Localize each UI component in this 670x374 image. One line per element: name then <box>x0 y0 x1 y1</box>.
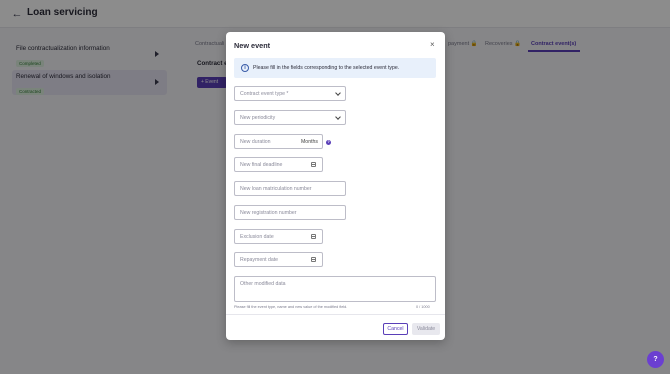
input-placeholder: Exclusion date <box>240 234 274 240</box>
chevron-down-icon <box>335 90 341 96</box>
cancel-button[interactable]: Cancel <box>383 323 408 335</box>
select-placeholder: New periodicity <box>240 115 276 121</box>
chevron-down-icon <box>335 114 341 120</box>
duration-unit: Months <box>300 139 318 145</box>
new-final-deadline-input[interactable]: New final deadline <box>234 157 323 172</box>
repayment-date-input[interactable]: Repayment date <box>234 252 323 267</box>
input-placeholder: Repayment date <box>240 257 279 263</box>
input-placeholder: New final deadline <box>240 162 283 168</box>
select-placeholder: Contract event type * <box>240 91 289 97</box>
new-matriculation-input[interactable]: New loan matriculation number <box>234 181 346 196</box>
calendar-icon[interactable] <box>311 162 316 167</box>
validate-button[interactable]: Validate <box>412 323 440 335</box>
contract-event-type-select[interactable]: Contract event type * <box>234 86 346 101</box>
info-icon: i <box>241 64 249 72</box>
input-placeholder: New loan matriculation number <box>240 186 312 192</box>
footer-divider <box>226 314 445 315</box>
new-registration-input[interactable]: New registration number <box>234 205 346 220</box>
calendar-icon[interactable] <box>311 234 316 239</box>
new-event-dialog: New event × i Please fill in the fields … <box>226 32 445 340</box>
info-text: Please fill in the fields corresponding … <box>253 65 400 71</box>
close-icon[interactable]: × <box>430 41 435 49</box>
character-counter: 0 / 1000 <box>416 305 430 309</box>
calendar-icon[interactable] <box>311 257 316 262</box>
help-icon[interactable]: ? <box>326 140 331 145</box>
other-modified-data-textarea[interactable]: Other modified data <box>234 276 436 302</box>
new-duration-input[interactable]: New duration Months <box>234 134 323 149</box>
new-periodicity-select[interactable]: New periodicity <box>234 110 346 125</box>
input-placeholder: New registration number <box>240 210 297 216</box>
textarea-placeholder: Other modified data <box>240 281 286 287</box>
input-placeholder: New duration <box>240 139 271 145</box>
help-button[interactable]: ? <box>647 351 664 368</box>
helper-text: Please fill the event type, name and new… <box>234 305 348 309</box>
exclusion-date-input[interactable]: Exclusion date <box>234 229 323 244</box>
dialog-title: New event <box>234 41 271 50</box>
info-banner: i Please fill in the fields correspondin… <box>234 58 436 78</box>
